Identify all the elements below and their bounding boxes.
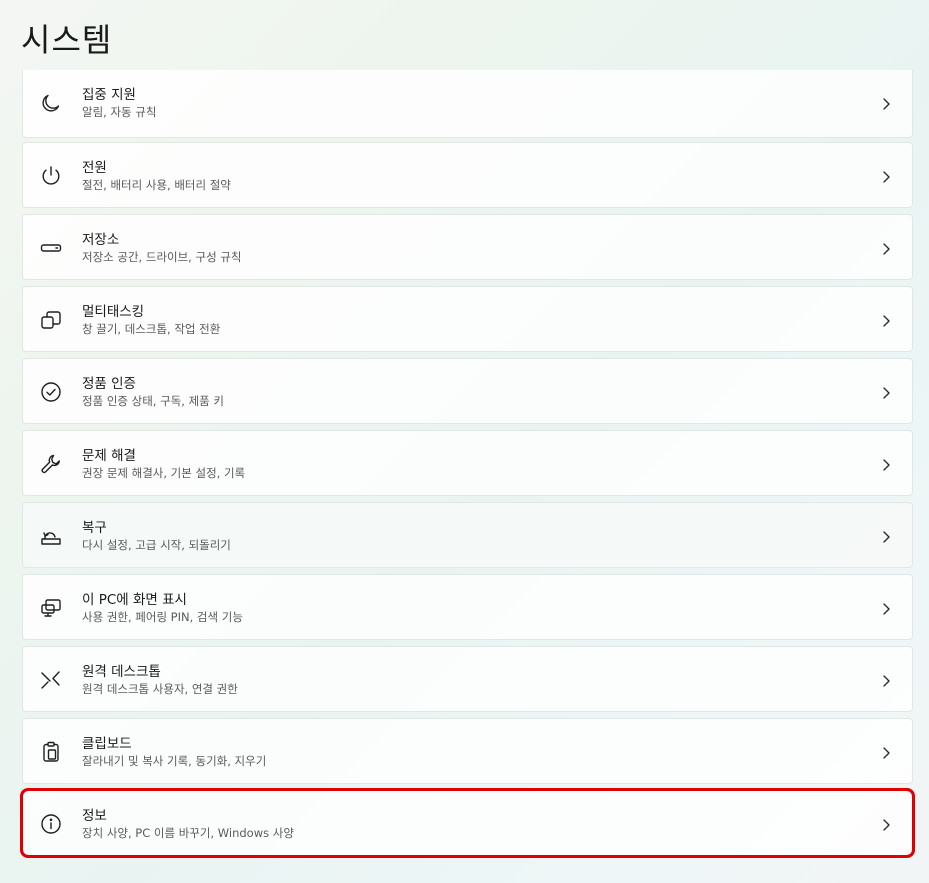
chevron-right-icon: [880, 457, 892, 471]
wrench-icon: [39, 452, 63, 476]
info-icon: [39, 812, 63, 836]
moon-icon: [39, 91, 63, 115]
chevron-right-icon: [880, 817, 892, 831]
setting-item-recovery[interactable]: 복구 다시 설정, 고급 시작, 되돌리기: [22, 502, 913, 568]
setting-item-projecting[interactable]: 이 PC에 화면 표시 사용 권한, 페어링 PIN, 검색 기능: [22, 574, 913, 640]
chevron-right-icon: [880, 169, 892, 183]
setting-item-remote-desktop[interactable]: 원격 데스크톱 원격 데스크톱 사용자, 연결 권한: [22, 646, 913, 712]
chevron-right-icon: [880, 96, 892, 110]
setting-item-description: 사용 권한, 페어링 PIN, 검색 기능: [82, 610, 243, 624]
setting-item-focus[interactable]: 집중 지원 알림, 자동 규칙: [22, 70, 913, 138]
setting-item-title: 전원: [82, 160, 107, 176]
chevron-right-icon: [880, 529, 892, 543]
setting-item-title: 문제 해결: [82, 448, 136, 464]
chevron-right-icon: [880, 601, 892, 615]
setting-item-description: 원격 데스크톱 사용자, 연결 권한: [82, 682, 238, 696]
setting-item-title: 멀티태스킹: [82, 304, 145, 320]
chevron-right-icon: [880, 745, 892, 759]
project-to-pc-icon: [39, 596, 63, 620]
setting-item-title: 클립보드: [82, 736, 132, 752]
setting-item-description: 저장소 공간, 드라이브, 구성 규칙: [82, 250, 242, 264]
chevron-right-icon: [880, 241, 892, 255]
setting-item-title: 저장소: [82, 232, 120, 248]
storage-icon: [39, 236, 63, 260]
power-icon: [39, 164, 63, 188]
setting-item-storage[interactable]: 저장소 저장소 공간, 드라이브, 구성 규칙: [22, 214, 913, 280]
setting-item-multitasking[interactable]: 멀티태스킹 창 끌기, 데스크톱, 작업 전환: [22, 286, 913, 352]
setting-item-title: 정보: [82, 808, 107, 824]
setting-item-title: 원격 데스크톱: [82, 664, 161, 680]
chevron-right-icon: [880, 313, 892, 327]
remote-desktop-icon: [39, 668, 63, 692]
checkmark-circle-icon: [39, 380, 63, 404]
chevron-right-icon: [880, 673, 892, 687]
chevron-right-icon: [880, 385, 892, 399]
setting-item-clipboard[interactable]: 클립보드 잘라내기 및 복사 기록, 동기화, 지우기: [22, 718, 913, 784]
setting-item-title: 이 PC에 화면 표시: [82, 592, 187, 608]
recovery-icon: [39, 524, 63, 548]
setting-item-activation[interactable]: 정품 인증 정품 인증 상태, 구독, 제품 키: [22, 358, 913, 424]
setting-item-description: 창 끌기, 데스크톱, 작업 전환: [82, 322, 221, 336]
setting-item-troubleshoot[interactable]: 문제 해결 권장 문제 해결사, 기본 설정, 기록: [22, 430, 913, 496]
setting-item-description: 절전, 배터리 사용, 배터리 절약: [82, 178, 231, 192]
setting-item-description: 장치 사양, PC 이름 바꾸기, Windows 사양: [82, 826, 294, 840]
clipboard-icon: [39, 740, 63, 764]
setting-item-description: 다시 설정, 고급 시작, 되돌리기: [82, 538, 231, 552]
setting-item-description: 잘라내기 및 복사 기록, 동기화, 지우기: [82, 754, 267, 768]
page-title: 시스템: [21, 21, 113, 59]
setting-item-title: 정품 인증: [82, 376, 136, 392]
setting-item-description: 정품 인증 상태, 구독, 제품 키: [82, 394, 224, 408]
settings-list: 집중 지원 알림, 자동 규칙 전원 절전, 배터리 사용, 배터리 절약 저장…: [20, 70, 915, 862]
setting-item-about[interactable]: 정보 장치 사양, PC 이름 바꾸기, Windows 사양: [20, 788, 915, 858]
multitasking-icon: [39, 308, 63, 332]
setting-item-title: 복구: [82, 520, 107, 536]
setting-item-description: 알림, 자동 규칙: [82, 105, 157, 119]
setting-item-power[interactable]: 전원 절전, 배터리 사용, 배터리 절약: [22, 142, 913, 208]
setting-item-description: 권장 문제 해결사, 기본 설정, 기록: [82, 466, 246, 480]
setting-item-title: 집중 지원: [82, 87, 136, 103]
